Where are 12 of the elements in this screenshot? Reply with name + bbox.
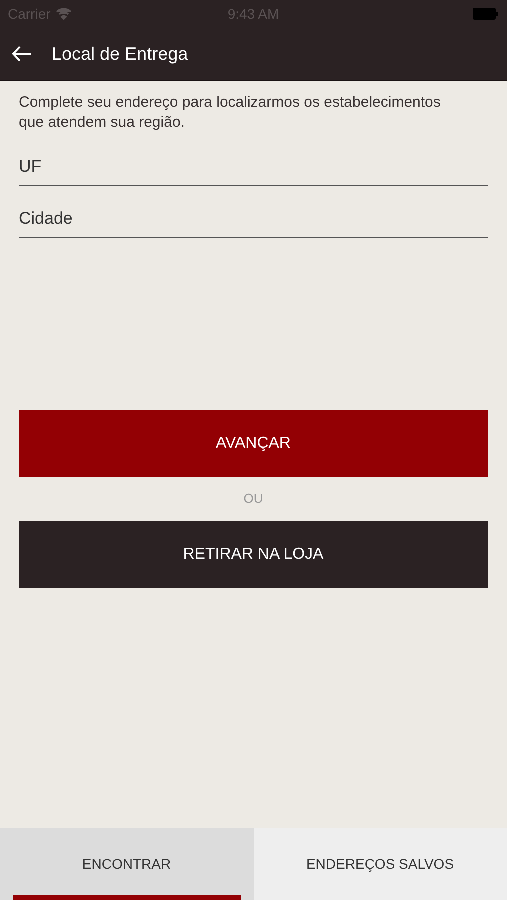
instruction-text: Complete seu endereço para localizarmos os estabelecimentos que atendem sua região. bbox=[19, 93, 442, 133]
advance-button[interactable]: AVANÇAR bbox=[19, 410, 488, 477]
back-arrow-icon[interactable] bbox=[12, 46, 32, 62]
battery-icon bbox=[473, 8, 499, 20]
text-field[interactable]: Cidade bbox=[19, 203, 488, 238]
wifi-icon bbox=[56, 8, 72, 20]
tab[interactable]: ENCONTRAR bbox=[0, 828, 254, 900]
screen-title: Local de Entrega bbox=[52, 44, 188, 64]
pickup-button[interactable]: RETIRAR NA LOJA bbox=[19, 521, 488, 588]
tab[interactable]: ENDEREÇOS SALVOS bbox=[254, 828, 507, 900]
separator-text: OU bbox=[242, 490, 264, 508]
text-field[interactable]: UF bbox=[19, 151, 488, 186]
